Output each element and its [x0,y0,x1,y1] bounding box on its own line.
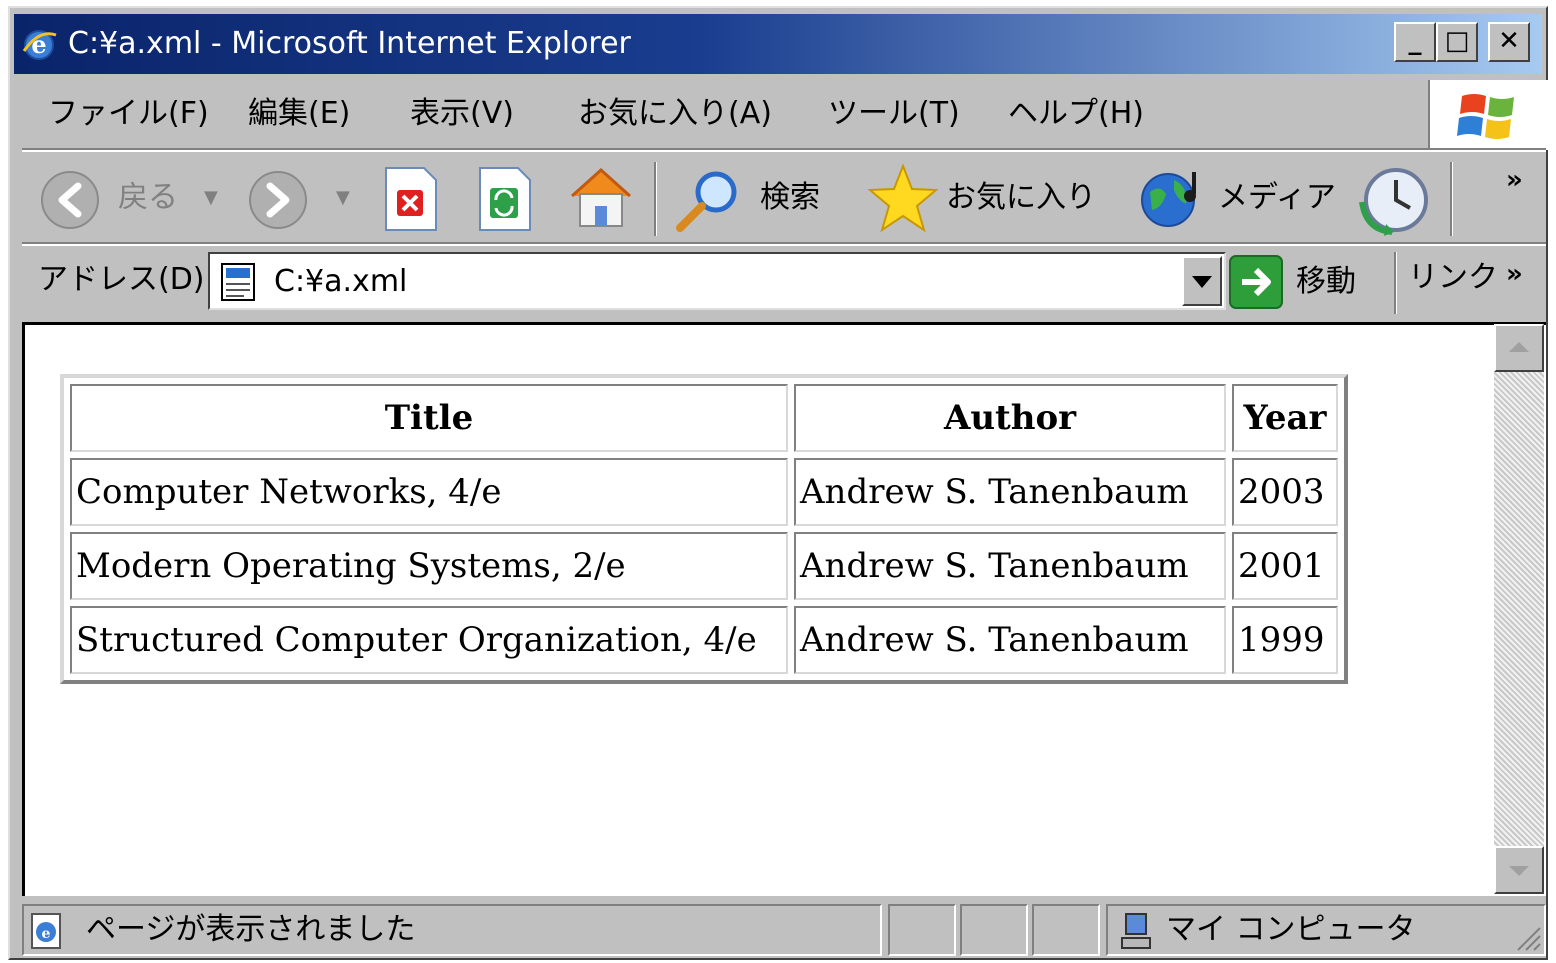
forward-dropdown-icon[interactable]: ▼ [336,178,350,218]
cell-title: Computer Networks, 4/e [70,458,788,526]
maximize-button[interactable]: □ [1436,22,1478,62]
status-panel [960,904,1028,956]
table-row: Modern Operating Systems, 2/e Andrew S. … [70,532,1338,600]
column-header-title: Title [70,384,788,452]
address-label: アドレス(D) [38,262,205,297]
menu-edit[interactable]: 編集(E) [248,94,350,134]
media-button-label[interactable]: メディア [1218,178,1336,218]
address-input[interactable]: C:¥a.xml [208,252,1226,310]
back-button-label[interactable]: 戻る [118,178,178,218]
window-title: C:¥a.xml - Microsoft Internet Explorer [68,26,631,61]
cell-year: 2003 [1232,458,1338,526]
cell-author: Andrew S. Tanenbaum [794,606,1226,674]
cell-title: Structured Computer Organization, 4/e [70,606,788,674]
status-panel [1032,904,1100,956]
resize-grip-icon[interactable] [1514,924,1542,952]
minimize-button[interactable]: _ [1394,22,1436,62]
address-value[interactable]: C:¥a.xml [274,262,407,302]
svg-text:e: e [42,926,51,942]
table-row: Structured Computer Organization, 4/e An… [70,606,1338,674]
toolbar-chevron-icon[interactable]: » [1506,160,1523,200]
title-bar: e C:¥a.xml - Microsoft Internet Explorer… [14,14,1542,74]
menu-favorites[interactable]: お気に入り(A) [578,94,772,134]
ie-icon: e [22,30,57,60]
status-zone: マイ コンピュータ [1166,912,1416,947]
column-header-year: Year [1232,384,1338,452]
books-table: Title Author Year Computer Networks, 4/e… [60,374,1348,684]
refresh-icon[interactable] [474,164,534,234]
go-button-label[interactable]: 移動 [1296,262,1356,302]
menu-bar: ファイル(F) 編集(E) 表示(V) お気に入り(A) ツール(T) ヘルプ(… [24,80,1424,146]
status-zone-panel: マイ コンピュータ [1106,904,1546,956]
page-icon [221,263,255,301]
arrow-down-icon [1509,866,1529,876]
address-bar: アドレス(D) C:¥a.xml 移動 リンク » [22,246,1546,320]
stop-icon[interactable] [380,164,440,234]
forward-arrow-icon[interactable] [246,168,310,232]
home-icon[interactable] [564,160,638,234]
status-bar: e ページが表示されました マイ コンピュータ [22,900,1546,960]
search-magnifier-icon[interactable] [672,164,746,234]
favorites-button-label[interactable]: お気に入り [946,178,1096,218]
address-dropdown-button[interactable] [1182,256,1222,306]
cell-author: Andrew S. Tanenbaum [794,458,1226,526]
cell-year: 2001 [1232,532,1338,600]
computer-icon [1121,913,1151,949]
arrow-up-icon [1509,342,1529,352]
menu-tools[interactable]: ツール(T) [828,94,960,134]
menu-help[interactable]: ヘルプ(H) [1008,94,1144,134]
close-button[interactable]: ✕ [1488,22,1530,62]
windows-logo [1428,80,1548,150]
column-header-author: Author [794,384,1226,452]
links-label[interactable]: リンク [1408,258,1498,298]
toolbar-separator [1450,162,1453,236]
back-arrow-icon[interactable] [38,168,102,232]
back-dropdown-icon[interactable]: ▼ [204,178,218,218]
scroll-up-button[interactable] [1494,324,1544,372]
table-header-row: Title Author Year [70,384,1338,452]
toolbar-separator [654,162,657,236]
search-button-label[interactable]: 検索 [760,178,820,218]
cell-title: Modern Operating Systems, 2/e [70,532,788,600]
cell-author: Andrew S. Tanenbaum [794,532,1226,600]
scroll-down-button[interactable] [1494,846,1544,894]
table-row: Computer Networks, 4/e Andrew S. Tanenba… [70,458,1338,526]
address-separator [1394,252,1397,314]
menu-file[interactable]: ファイル(F) [48,94,209,134]
links-chevron-icon[interactable]: » [1506,254,1523,294]
cell-year: 1999 [1232,606,1338,674]
status-message: ページが表示されました [86,912,416,947]
windows-logo-icon [1457,94,1514,139]
go-arrow-icon[interactable] [1228,254,1284,310]
ie-page-icon: e [31,913,61,949]
favorites-star-icon[interactable] [866,162,940,236]
menu-view[interactable]: 表示(V) [410,94,514,134]
media-globe-icon[interactable] [1136,164,1210,234]
status-message-panel: e ページが表示されました [22,904,882,956]
status-panel [888,904,956,956]
chevron-down-icon [1192,276,1212,288]
history-clock-icon[interactable] [1356,162,1432,238]
vertical-scrollbar[interactable] [1494,324,1544,894]
standard-toolbar: 戻る ▼ ▼ 検索 お気に入り メディア » [22,152,1546,244]
